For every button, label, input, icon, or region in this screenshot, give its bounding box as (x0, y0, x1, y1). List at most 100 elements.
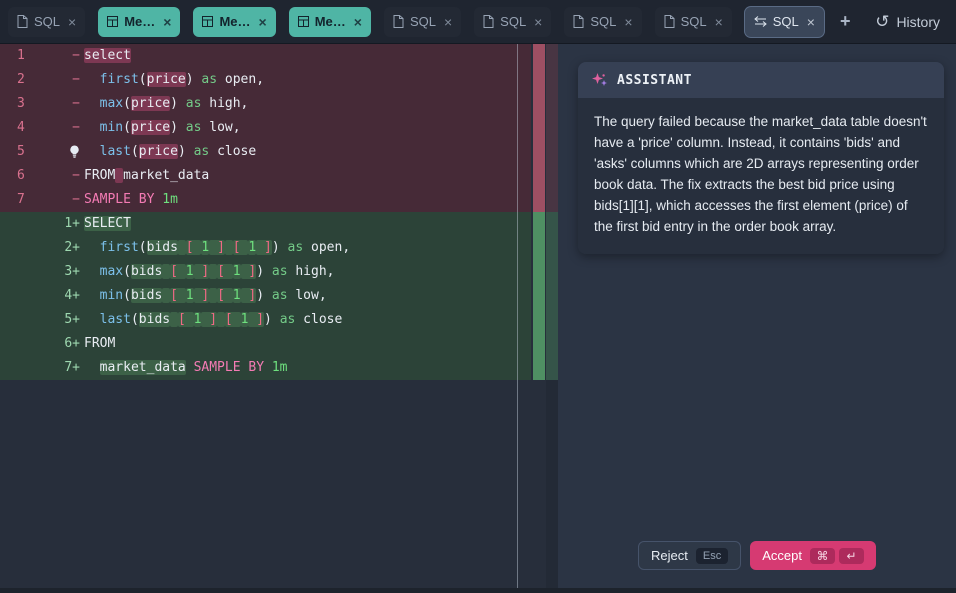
code-line-added[interactable]: 4+ min(bids [ 1 ] [ 1 ]) as low, (0, 284, 531, 308)
tab-sql[interactable]: SQL × (8, 6, 86, 37)
line-number (0, 212, 38, 236)
file-icon (483, 15, 494, 28)
editor-scrollbar[interactable] (546, 44, 558, 593)
assistant-message: The query failed because the market_data… (578, 98, 944, 254)
editor-ruler-line (517, 44, 518, 593)
code-line-added[interactable]: 6+ FROM (0, 332, 531, 356)
close-icon[interactable]: × (444, 14, 452, 30)
gutter: 5 (0, 140, 84, 164)
tab-sql[interactable]: SQL × (654, 6, 732, 37)
line-number (0, 284, 38, 308)
assistant-card: ASSISTANT The query failed because the m… (578, 62, 944, 254)
code-line-added[interactable]: 2+ first(bids [ 1 ] [ 1 ]) as open, (0, 236, 531, 260)
line-number: 1 (17, 48, 25, 63)
code-line-deleted[interactable]: 1− select (0, 44, 531, 68)
close-icon[interactable]: × (163, 14, 171, 30)
file-icon (393, 15, 404, 28)
line-number: 5 (17, 144, 25, 159)
gutter: 2− (0, 68, 84, 92)
close-icon[interactable]: × (624, 14, 632, 30)
diff-marker: − (72, 120, 80, 135)
history-label: History (896, 13, 940, 30)
line-number: 7 (17, 192, 25, 207)
code-text: min(bids [ 1 ] [ 1 ]) as low, (99, 288, 327, 303)
gutter: 6− (0, 164, 84, 188)
code-text: max(bids [ 1 ] [ 1 ]) as high, (99, 264, 335, 279)
accept-shortcut-key: ⌘ (809, 547, 835, 564)
add-tab-button[interactable]: + (840, 11, 851, 32)
file-icon (17, 15, 28, 28)
code-text: first(bids [ 1 ] [ 1 ]) as open, (99, 240, 351, 255)
gutter: 2+ (0, 236, 84, 260)
table-icon (202, 16, 214, 27)
diff-marker: 2+ (64, 240, 80, 255)
close-icon[interactable]: × (354, 14, 362, 30)
app-window: SQL × Me… × Me… × Me… × SQL × SQL × SQL × SQL × SQL × + ↺… (0, 0, 956, 593)
line-number (0, 236, 38, 260)
esc-shortcut-badge: Esc (695, 547, 729, 564)
diff-marker: 1+ (64, 216, 80, 231)
close-icon[interactable]: × (534, 14, 542, 30)
tab-sql[interactable]: SQL × (474, 6, 552, 37)
sparkle-icon (591, 72, 608, 89)
tab-label: SQL (680, 14, 707, 29)
accept-shortcut-badges: ⌘ ↵ (809, 547, 864, 564)
gutter: 3+ (0, 260, 84, 284)
close-icon[interactable]: × (715, 14, 723, 30)
lightbulb-icon[interactable] (38, 140, 84, 164)
sql-diff-editor[interactable]: 1− select 2− first(price) as open, 3− max(p… (0, 44, 558, 593)
gutter: 4+ (0, 284, 84, 308)
tab-sql-active[interactable]: SQL × (744, 6, 824, 37)
diff-marker: − (72, 48, 80, 63)
code-line-deleted[interactable]: 4− min(price) as low, (0, 116, 531, 140)
tab-list: SQL × Me… × Me… × Me… × SQL × SQL × SQL × SQL × SQL × (0, 6, 824, 37)
tab-sql[interactable]: SQL × (383, 6, 462, 37)
code-line-deleted[interactable]: 7 − SAMPLE BY 1m (0, 188, 531, 212)
assistant-header: ASSISTANT (578, 62, 944, 98)
code-text: SAMPLE BY 1m (84, 192, 178, 207)
tab-sql[interactable]: SQL × (564, 6, 642, 37)
diff-marker: − (72, 72, 80, 87)
code-text: SELECT (84, 216, 131, 231)
tab-me[interactable]: Me… × (288, 6, 371, 37)
line-number: 6 (17, 168, 25, 183)
diff-marker: 7+ (64, 360, 80, 375)
code-text: last(bids [ 1 ] [ 1 ]) as close (99, 312, 343, 327)
line-number (0, 356, 38, 380)
close-icon[interactable]: × (259, 14, 267, 30)
reject-label: Reject (651, 548, 688, 563)
accept-label: Accept (762, 548, 802, 563)
code-line-deleted[interactable]: 2− first(price) as open, (0, 68, 531, 92)
bottom-bar (0, 588, 956, 593)
close-icon[interactable]: × (68, 14, 76, 30)
code-line-added[interactable]: 7+ market_data SAMPLE BY 1m (0, 356, 531, 380)
history-button[interactable]: ↺ History (875, 13, 940, 30)
diff-marker: − (72, 192, 80, 207)
code-line-added[interactable]: 5+ last(bids [ 1 ] [ 1 ]) as close (0, 308, 531, 332)
reject-button[interactable]: Reject Esc (638, 541, 742, 570)
scrollbar-added-decoration (546, 212, 558, 380)
tab-me[interactable]: Me… × (193, 6, 276, 37)
tab-label: Me… (124, 14, 156, 29)
gutter: 6+ (0, 332, 84, 356)
tab-bar: SQL × Me… × Me… × Me… × SQL × SQL × SQL × SQL × SQL × + ↺… (0, 0, 956, 44)
accept-button[interactable]: Accept ⌘ ↵ (750, 541, 876, 570)
assistant-title: ASSISTANT (617, 72, 692, 88)
gutter: 4− (0, 116, 84, 140)
diff-marker: − (72, 168, 80, 183)
code-line-deleted[interactable]: 3− max(price) as high, (0, 92, 531, 116)
code-line-added[interactable]: 1+ SELECT (0, 212, 531, 236)
tab-me[interactable]: Me… × (98, 6, 181, 37)
tab-label: SQL (772, 14, 799, 29)
tab-label: Me… (314, 14, 346, 29)
assistant-panel: ASSISTANT The query failed because the m… (558, 44, 956, 593)
compare-icon (753, 16, 767, 27)
code-line-deleted[interactable]: 6− FROM market_data (0, 164, 531, 188)
code-text: market_data SAMPLE BY 1m (99, 360, 288, 375)
code-line-deleted[interactable]: 5 last(price) as close (0, 140, 531, 164)
tab-label: SQL (409, 14, 436, 29)
code-line-added[interactable]: 3+ max(bids [ 1 ] [ 1 ]) as high, (0, 260, 531, 284)
code-text: FROM (84, 336, 116, 351)
close-icon[interactable]: × (807, 14, 815, 30)
diff-overview-ruler (532, 44, 546, 593)
